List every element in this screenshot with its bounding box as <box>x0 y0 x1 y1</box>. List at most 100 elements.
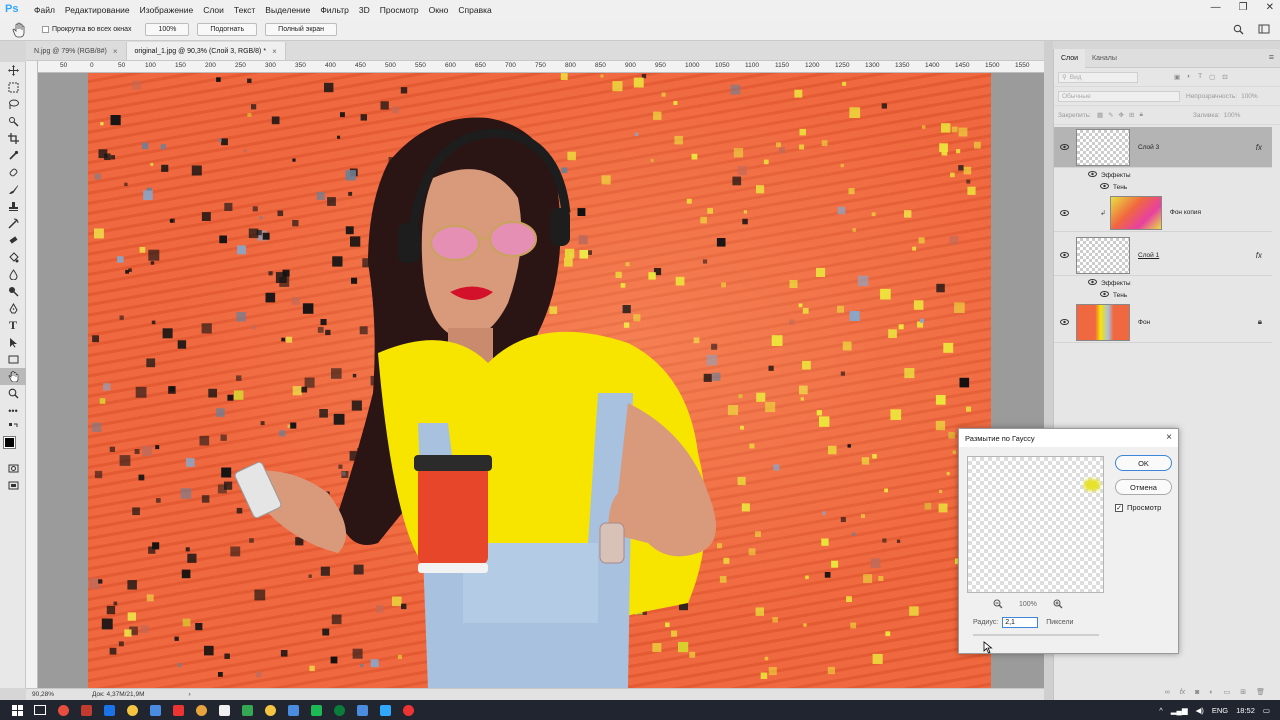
radius-slider[interactable] <box>973 634 1099 636</box>
menu-layers[interactable]: Слои <box>198 5 229 15</box>
layer-row-fon[interactable]: Фон 🔒︎ <box>1054 302 1272 343</box>
taskbar-app-icon[interactable] <box>215 701 233 719</box>
taskbar-app-icon[interactable] <box>146 701 164 719</box>
search-icon[interactable] <box>1233 24 1244 35</box>
link-layers-icon[interactable]: ∞ <box>1165 689 1170 696</box>
clone-stamp-tool-icon[interactable] <box>0 198 26 215</box>
lock-position-icon[interactable]: ✥ <box>1119 111 1124 119</box>
taskbar-app-icon[interactable] <box>77 701 95 719</box>
cancel-button[interactable]: Отмена <box>1115 479 1172 495</box>
restore-icon[interactable]: ❐ <box>1239 2 1248 13</box>
menu-text[interactable]: Текст <box>229 5 260 15</box>
dodge-tool-icon[interactable] <box>0 283 26 300</box>
blur-preview[interactable] <box>967 456 1104 593</box>
pixel-filter-icon[interactable]: ▣ <box>1174 73 1180 81</box>
menu-file[interactable]: Файл <box>29 5 60 15</box>
layer-name[interactable]: Фон копия <box>1170 209 1201 216</box>
menu-view[interactable]: Просмотр <box>375 5 424 15</box>
status-menu-arrow-icon[interactable]: › <box>188 691 190 698</box>
visibility-eye-icon[interactable] <box>1054 252 1074 258</box>
close-tab-icon[interactable]: × <box>113 47 118 56</box>
taskbar-app-icon[interactable] <box>192 701 210 719</box>
tab-n-jpg[interactable]: N.jpg @ 79% (RGB/8#) × <box>26 42 127 60</box>
language-indicator[interactable]: ENG <box>1212 706 1228 715</box>
radius-input[interactable]: 2,1 <box>1002 617 1039 628</box>
visibility-eye-icon[interactable] <box>1054 319 1074 325</box>
workspace-icon[interactable] <box>1258 24 1270 35</box>
layer-name[interactable]: Слой 3 <box>1138 144 1159 151</box>
close-icon[interactable]: ✕ <box>1266 2 1274 13</box>
new-adjustment-icon[interactable]: ◐ <box>1209 689 1213 696</box>
notifications-icon[interactable]: ▭ <box>1263 706 1270 715</box>
delete-layer-icon[interactable]: 🗑︎ <box>1256 688 1265 696</box>
taskbar-app-icon[interactable] <box>123 701 141 719</box>
color-swatches[interactable] <box>0 436 25 460</box>
visibility-eye-icon[interactable] <box>1088 171 1097 179</box>
layer-filter-select[interactable]: ⚲ Вид <box>1058 71 1138 83</box>
menu-3d[interactable]: 3D <box>354 5 375 15</box>
blur-tool-icon[interactable] <box>0 266 26 283</box>
visibility-eye-icon[interactable] <box>1100 291 1109 299</box>
pen-tool-icon[interactable] <box>0 300 26 317</box>
tray-chevron-icon[interactable]: ^ <box>1159 706 1163 715</box>
add-style-icon[interactable]: fx <box>1180 689 1185 696</box>
taskbar-app-icon[interactable] <box>399 701 417 719</box>
taskbar-app-icon[interactable] <box>54 701 72 719</box>
history-brush-tool-icon[interactable] <box>0 215 26 232</box>
zoom-100-button[interactable]: 100% <box>145 23 190 36</box>
swap-colors-icon[interactable] <box>0 419 26 436</box>
taskbar-app-icon[interactable] <box>330 701 348 719</box>
lock-all-icon[interactable]: 🔒︎ <box>1139 111 1142 119</box>
tab-channels[interactable]: Каналы <box>1085 49 1124 68</box>
shape-filter-icon[interactable]: ▢ <box>1209 73 1215 81</box>
adjustment-filter-icon[interactable]: ◐ <box>1187 73 1191 81</box>
more-tools-icon[interactable]: ••• <box>0 402 26 419</box>
fx-icon[interactable]: fx <box>1256 251 1262 260</box>
layer-row-sloi-1[interactable]: Слой 1 fx <box>1054 235 1272 276</box>
lock-pixels-icon[interactable]: ✎ <box>1108 111 1113 119</box>
brush-tool-icon[interactable] <box>0 181 26 198</box>
type-tool-icon[interactable]: T <box>0 317 26 334</box>
fx-icon[interactable]: fx <box>1256 143 1262 152</box>
menu-filter[interactable]: Фильтр <box>315 5 354 15</box>
fill-value[interactable]: 100% <box>1224 112 1241 119</box>
taskbar-app-icon[interactable] <box>307 701 325 719</box>
new-group-icon[interactable]: ▭ <box>1224 688 1231 696</box>
layer-name[interactable]: Фон <box>1138 319 1150 326</box>
eraser-tool-icon[interactable] <box>0 232 26 249</box>
zoom-out-icon[interactable] <box>993 599 1003 609</box>
visibility-eye-icon[interactable] <box>1100 183 1109 191</box>
blend-mode-select[interactable]: Обычные <box>1058 90 1180 102</box>
document-canvas[interactable] <box>38 73 1044 688</box>
layer-name[interactable]: Слой 1 <box>1138 252 1159 259</box>
healing-brush-tool-icon[interactable] <box>0 164 26 181</box>
effect-drop-shadow-row[interactable]: Тень <box>1054 289 1272 301</box>
marquee-tool-icon[interactable] <box>0 79 26 96</box>
tab-layers[interactable]: Слои <box>1054 48 1086 68</box>
opacity-value[interactable]: 100% <box>1241 93 1258 100</box>
windows-start-icon[interactable] <box>8 701 26 719</box>
task-view-icon[interactable] <box>31 701 49 719</box>
effect-drop-shadow-row[interactable]: Тень <box>1054 181 1272 193</box>
menu-help[interactable]: Справка <box>453 5 496 15</box>
panel-menu-icon[interactable]: ≡ <box>1269 52 1274 62</box>
quick-select-tool-icon[interactable] <box>0 113 26 130</box>
volume-icon[interactable]: ◀) <box>1196 706 1204 715</box>
taskbar-app-icon[interactable] <box>169 701 187 719</box>
eyedropper-tool-icon[interactable] <box>0 147 26 164</box>
lock-transparency-icon[interactable]: ▦ <box>1097 111 1103 119</box>
lasso-tool-icon[interactable] <box>0 96 26 113</box>
new-layer-icon[interactable]: ⊞ <box>1240 688 1246 696</box>
move-tool-icon[interactable] <box>0 62 26 79</box>
rectangle-tool-icon[interactable] <box>0 351 26 368</box>
menu-select[interactable]: Выделение <box>260 5 315 15</box>
screen-mode-icon[interactable] <box>0 477 26 494</box>
gradient-tool-icon[interactable] <box>0 249 26 266</box>
taskbar-app-icon[interactable] <box>238 701 256 719</box>
clock[interactable]: 18:52 <box>1236 706 1255 715</box>
layer-row-sloi-3[interactable]: Слой 3 fx <box>1054 127 1272 168</box>
close-icon[interactable]: × <box>1166 432 1172 443</box>
fit-screen-button[interactable]: Подогнать <box>197 23 258 36</box>
menu-image[interactable]: Изображение <box>135 5 199 15</box>
network-icon[interactable]: ▂▄▆ <box>1171 706 1188 715</box>
